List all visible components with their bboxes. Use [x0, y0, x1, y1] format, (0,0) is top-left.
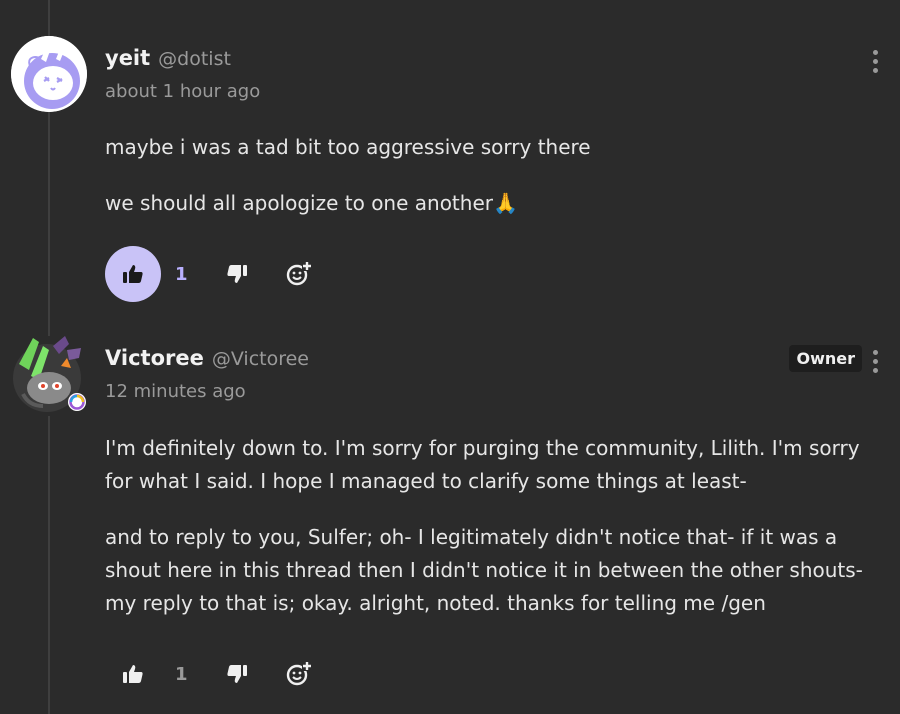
dislike-button[interactable] [215, 652, 259, 696]
like-count: 1 [175, 663, 188, 685]
comment-actions: 1 [105, 646, 339, 702]
user-handle[interactable]: @dotist [158, 48, 231, 70]
bunny-avatar-icon [11, 36, 87, 112]
comment-paragraph: we should all apologize to one another🙏 [105, 191, 518, 215]
thumbs-up-icon [123, 665, 143, 683]
like-button[interactable] [105, 246, 161, 302]
kebab-menu-icon [872, 50, 878, 55]
comment-actions: 1 [105, 246, 339, 302]
add-reaction-icon [286, 661, 312, 686]
comment-paragraph: and to reply to you, Sulfer; oh- I legit… [105, 525, 863, 615]
timestamp[interactable]: 12 minutes ago [105, 381, 246, 402]
comment-body: maybe i was a tad bit too aggressive sor… [105, 131, 886, 243]
add-reaction-button[interactable] [277, 252, 321, 296]
name-row: Victoree @Victoree [105, 346, 309, 370]
dislike-button[interactable] [215, 252, 259, 296]
display-name[interactable]: yeit [105, 46, 150, 70]
display-name[interactable]: Victoree [105, 346, 204, 370]
add-reaction-icon [286, 261, 312, 286]
user-handle[interactable]: @Victoree [212, 348, 309, 370]
thumbs-down-icon [227, 265, 247, 283]
timestamp[interactable]: about 1 hour ago [105, 81, 260, 102]
thumbs-up-icon [123, 265, 143, 283]
character-avatar-icon [13, 336, 86, 412]
comment-body: I'm definitely down to. I'm sorry for pu… [105, 432, 886, 643]
comment-paragraph: I'm definitely down to. I'm sorry for pu… [105, 436, 860, 493]
name-row: yeit @dotist [105, 46, 231, 70]
more-options-button[interactable] [870, 350, 880, 373]
kebab-menu-icon [872, 350, 878, 355]
add-reaction-button[interactable] [277, 652, 321, 696]
owner-badge: Owner [789, 345, 862, 372]
like-count: 1 [175, 263, 188, 285]
comment-paragraph: maybe i was a tad bit too aggressive sor… [105, 135, 591, 159]
more-options-button[interactable] [870, 50, 880, 73]
thumbs-down-icon [227, 665, 247, 683]
avatar[interactable] [11, 36, 87, 112]
avatar[interactable] [9, 336, 89, 416]
like-button[interactable] [105, 646, 161, 702]
